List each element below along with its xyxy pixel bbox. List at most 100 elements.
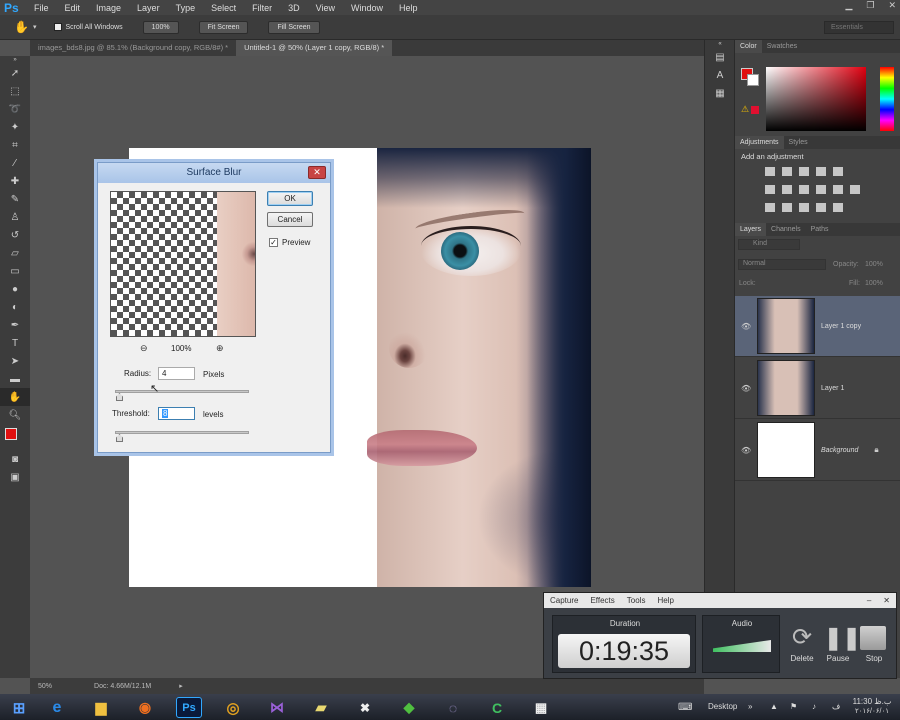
blend-mode-select[interactable]: Normal xyxy=(738,259,826,270)
zoom-out-icon[interactable]: ⊖ xyxy=(140,343,148,354)
shape-tool-icon[interactable]: ▬ xyxy=(0,370,30,388)
opacity-value[interactable]: 100% xyxy=(865,261,883,268)
foreground-color[interactable] xyxy=(5,428,17,440)
visibility-eye-icon[interactable]: 👁︎ xyxy=(741,322,751,331)
tab-color[interactable]: Color xyxy=(735,40,762,53)
brightness-icon[interactable] xyxy=(765,167,775,176)
cancel-button[interactable]: Cancel xyxy=(267,212,313,227)
color-picker-field[interactable] xyxy=(766,67,866,131)
gradient-map-icon[interactable] xyxy=(816,203,826,212)
firefox-icon[interactable]: ◉ xyxy=(132,697,158,718)
history-brush-icon[interactable]: ↺ xyxy=(0,226,30,244)
start-windows-icon[interactable]: ⊞ xyxy=(6,697,32,718)
internet-explorer-icon[interactable]: e xyxy=(44,697,70,718)
crop-tool-icon[interactable]: ⌗ xyxy=(0,136,30,154)
selective-color-icon[interactable] xyxy=(833,203,843,212)
preview-checkbox[interactable]: ✓ xyxy=(269,238,278,247)
tab-untitled-1[interactable]: Untitled-1 @ 50% (Layer 1 copy, RGB/8) * xyxy=(236,40,393,56)
history-panel-icon[interactable]: ▤ xyxy=(705,48,735,66)
layer-row-background[interactable]: 👁︎ Background 🔒︎ xyxy=(735,420,900,481)
invert-icon[interactable] xyxy=(765,203,775,212)
maximize-icon[interactable]: ❐ xyxy=(866,0,874,11)
tab-styles[interactable]: Styles xyxy=(784,139,813,146)
menu-type[interactable]: Type xyxy=(168,3,204,13)
path-select-icon[interactable]: ➤ xyxy=(0,352,30,370)
color-swatches[interactable] xyxy=(0,424,30,450)
dialog-close-icon[interactable]: ✕ xyxy=(308,166,326,179)
threshold-slider-thumb[interactable] xyxy=(116,434,123,442)
close-icon[interactable]: ✕ xyxy=(888,0,896,11)
vibrance-icon[interactable] xyxy=(833,167,843,176)
clone-stamp-icon[interactable]: ♙ xyxy=(0,208,30,226)
zoom-100-button[interactable]: 100% xyxy=(142,20,179,34)
curves-icon[interactable] xyxy=(799,167,809,176)
menu-view[interactable]: View xyxy=(308,3,343,13)
fill-value[interactable]: 100% xyxy=(865,280,883,287)
hand-tool-active-icon[interactable]: ✋ xyxy=(0,388,30,406)
character-panel-icon[interactable]: A xyxy=(705,66,735,84)
scroll-all-windows-checkbox[interactable]: Scroll All Windows xyxy=(54,23,123,31)
desktop-toolbar-label[interactable]: Desktop xyxy=(708,702,737,711)
collapse-icon[interactable]: » xyxy=(0,56,30,64)
status-zoom[interactable]: 50% xyxy=(38,683,52,690)
clock-date[interactable]: ۲۰۱۶/۰۶/۰۱ xyxy=(852,707,892,715)
exposure-icon[interactable] xyxy=(816,167,826,176)
magic-wand-icon[interactable]: ✦ xyxy=(0,118,30,136)
app-icon-x[interactable]: ✖ xyxy=(352,697,378,718)
layer-row-layer-1-copy[interactable]: 👁︎ Layer 1 copy xyxy=(735,296,900,357)
menu-file[interactable]: File xyxy=(26,3,57,13)
menu-image[interactable]: Image xyxy=(88,3,129,13)
properties-panel-icon[interactable]: ▦ xyxy=(705,84,735,102)
fill-screen-button[interactable]: Fill Screen xyxy=(268,20,320,34)
quick-mask-icon[interactable]: ◙ xyxy=(0,450,30,468)
menu-window[interactable]: Window xyxy=(343,3,391,13)
menu-recorder-help[interactable]: Help xyxy=(651,596,679,605)
threshold-icon[interactable] xyxy=(799,203,809,212)
fit-screen-button[interactable]: Fit Screen xyxy=(198,20,249,34)
menu-select[interactable]: Select xyxy=(203,3,244,13)
dialog-titlebar[interactable]: Surface Blur ✕ xyxy=(98,163,330,183)
tray-arrows-icon[interactable]: » xyxy=(748,702,752,711)
levels-icon[interactable] xyxy=(782,167,792,176)
layer-row-layer-1[interactable]: 👁︎ Layer 1 xyxy=(735,358,900,419)
eyedropper-icon[interactable]: ⁄ xyxy=(0,154,30,172)
move-tool-icon[interactable]: ➚ xyxy=(0,64,30,82)
file-explorer-icon[interactable]: ▆ xyxy=(88,697,114,718)
language-icon[interactable]: ف xyxy=(832,702,840,711)
pause-icon[interactable]: ❚❚ xyxy=(824,624,861,654)
threshold-input[interactable]: 8 xyxy=(158,407,195,420)
brush-tool-icon[interactable]: ✎ xyxy=(0,190,30,208)
dropdown-arrow-icon[interactable]: ▾ xyxy=(33,23,37,31)
workspace-select[interactable]: Essentials xyxy=(824,21,894,34)
notes-icon[interactable]: ▰ xyxy=(308,697,334,718)
ok-button[interactable]: OK xyxy=(267,191,313,206)
radius-slider-track[interactable] xyxy=(115,390,249,393)
healing-brush-icon[interactable]: ✚ xyxy=(0,172,30,190)
recorder-minimize-icon[interactable]: – xyxy=(861,596,877,605)
menu-filter[interactable]: Filter xyxy=(244,3,280,13)
photoshop-taskbar-icon[interactable]: Ps xyxy=(176,697,202,718)
zoom-in-icon[interactable]: ⊕ xyxy=(216,343,224,354)
tab-swatches[interactable]: Swatches xyxy=(762,43,802,50)
menu-layer[interactable]: Layer xyxy=(129,3,168,13)
radius-slider-thumb[interactable] xyxy=(116,393,123,401)
marquee-tool-icon[interactable]: ⬚ xyxy=(0,82,30,100)
photo-filter-icon[interactable] xyxy=(816,185,826,194)
stop-icon[interactable] xyxy=(860,626,886,650)
app-icon-swirl[interactable]: ◌ xyxy=(440,697,466,718)
clock-time[interactable]: 11:30 ب.ظ xyxy=(852,697,892,706)
expand-icon[interactable]: « xyxy=(705,40,735,48)
menu-3d[interactable]: 3D xyxy=(280,3,308,13)
filter-preview[interactable] xyxy=(110,191,256,337)
bg-color-swatch[interactable] xyxy=(747,74,759,86)
threshold-slider-track[interactable] xyxy=(115,431,249,434)
chrome-icon[interactable]: ◎ xyxy=(220,697,246,718)
channel-mixer-icon[interactable] xyxy=(833,185,843,194)
delete-icon[interactable]: ⟳ xyxy=(787,624,817,654)
hue-slider[interactable] xyxy=(880,67,894,131)
eraser-tool-icon[interactable]: ▱ xyxy=(0,244,30,262)
minimize-icon[interactable]: ▁ xyxy=(845,0,852,11)
screen-mode-icon[interactable]: ▣ xyxy=(0,468,30,486)
tab-images-bds8[interactable]: images_bds8.jpg @ 85.1% (Background copy… xyxy=(30,40,237,56)
menu-edit[interactable]: Edit xyxy=(57,3,89,13)
